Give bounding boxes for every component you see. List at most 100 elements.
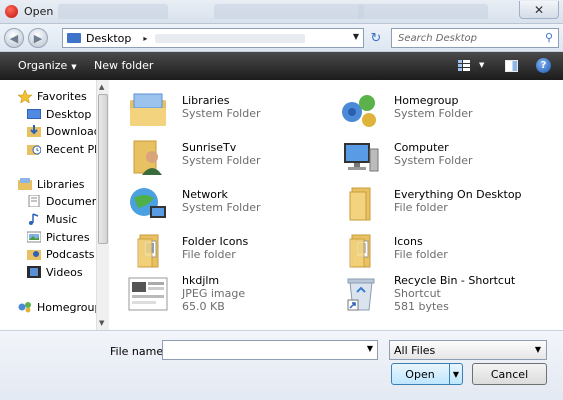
view-options-chevron-icon[interactable]: ▼ [479, 61, 484, 69]
nav-libraries[interactable]: Libraries [18, 176, 85, 192]
search-input[interactable] [398, 31, 538, 45]
nav-homegroup[interactable]: Homegroup [18, 299, 101, 315]
favorites-star-icon [18, 89, 33, 104]
opera-app-icon [5, 5, 18, 18]
address-bar[interactable]: Desktop ▸ ▼ [62, 28, 364, 48]
forward-arrow-icon: ▶ [33, 31, 43, 45]
sidebar-item-music[interactable]: Music [27, 211, 97, 227]
image-thumbnail-icon [128, 274, 168, 314]
sidebar-item-label: Podcasts [46, 247, 95, 261]
background-tab [58, 4, 168, 19]
address-dropdown-icon[interactable]: ▼ [353, 32, 359, 41]
address-location[interactable]: Desktop [86, 32, 131, 45]
file-name: Recycle Bin - Shortcut [394, 274, 516, 287]
file-item-sunrisetv[interactable]: SunriseTv System Folder [120, 133, 330, 177]
file-item-recycle-bin-shortcut[interactable]: Recycle Bin - Shortcut Shortcut 581 byte… [332, 270, 542, 324]
sidebar-item-documents[interactable]: Documents [27, 193, 97, 209]
network-icon [128, 184, 168, 224]
nav-scrollbar[interactable]: ▲ ▼ [96, 80, 109, 330]
open-options-chevron-icon[interactable]: ▼ [449, 364, 462, 384]
sidebar-item-label: Pictures [46, 230, 90, 244]
refresh-button[interactable]: ↻ [368, 30, 384, 46]
chevron-down-icon[interactable]: ▼ [367, 344, 373, 353]
music-icon [27, 213, 41, 225]
documents-icon [27, 194, 41, 208]
organize-button[interactable]: Organize ▼ [18, 59, 77, 72]
homegroup-small-icon [18, 301, 32, 313]
sidebar-item-pictures[interactable]: Pictures [27, 229, 97, 245]
background-tab [214, 4, 364, 19]
sidebar-item-label: Documents [46, 194, 97, 208]
forward-button[interactable]: ▶ [28, 28, 48, 48]
folder-icon [340, 231, 380, 271]
sidebar-item-videos[interactable]: Videos [27, 264, 97, 280]
sidebar-item-label: Recent Places [46, 142, 97, 156]
nav-favorites[interactable]: Favorites [18, 88, 87, 104]
file-name-input[interactable] [163, 341, 359, 359]
window-title: Open [24, 5, 54, 18]
file-type-filter[interactable]: All Files ▼ [389, 340, 547, 360]
file-item-hkdjlm[interactable]: hkdjlm JPEG image 65.0 KB [120, 270, 330, 324]
folder-icon [340, 184, 380, 224]
file-item-libraries[interactable]: Libraries System Folder [120, 86, 330, 130]
search-icon[interactable]: ⚲ [545, 31, 553, 44]
help-icon[interactable]: ? [536, 58, 551, 73]
file-type: System Folder [182, 107, 261, 120]
file-name: Libraries [182, 94, 230, 107]
file-name: Homegroup [394, 94, 459, 107]
file-name: Icons [394, 235, 423, 248]
file-size: 581 bytes [394, 300, 449, 313]
file-item-network[interactable]: Network System Folder [120, 180, 330, 224]
sidebar-item-desktop[interactable]: Desktop [27, 106, 97, 122]
file-name-field[interactable]: ▼ [162, 340, 378, 360]
back-arrow-icon: ◀ [9, 31, 19, 45]
sidebar-item-podcasts[interactable]: Podcasts [27, 246, 97, 262]
file-item-computer[interactable]: Computer System Folder [332, 133, 542, 177]
downloads-icon [27, 125, 41, 137]
refresh-icon: ↻ [370, 30, 382, 46]
open-button-label: Open [405, 367, 435, 381]
scroll-up-icon[interactable]: ▲ [99, 83, 104, 91]
address-row: ◀ ▶ Desktop ▸ ▼ ↻ ⚲ [0, 24, 563, 52]
sidebar-item-label: Desktop [46, 107, 92, 121]
file-item-icons[interactable]: Icons File folder [332, 227, 542, 271]
cancel-button[interactable]: Cancel [472, 363, 547, 385]
sidebar-item-label: Videos [46, 265, 83, 279]
file-name: Network [182, 188, 228, 201]
sidebar-item-downloads[interactable]: Downloads [27, 123, 97, 139]
open-button[interactable]: Open ▼ [391, 363, 463, 385]
close-button[interactable]: ✕ [519, 1, 559, 19]
scroll-down-icon[interactable]: ▼ [99, 319, 104, 327]
file-item-folder-icons[interactable]: Folder Icons File folder [120, 227, 330, 271]
file-name: SunriseTv [182, 141, 237, 154]
libraries-icon [128, 90, 168, 130]
user-folder-icon [128, 137, 168, 177]
new-folder-button[interactable]: New folder [94, 59, 153, 72]
nav-libraries-label: Libraries [37, 177, 85, 191]
folder-icon [128, 231, 168, 271]
chevron-down-icon: ▼ [71, 63, 77, 71]
file-size: 65.0 KB [182, 300, 225, 313]
file-item-homegroup[interactable]: Homegroup System Folder [332, 86, 542, 130]
breadcrumb-separator-icon[interactable]: ▸ [143, 34, 147, 43]
file-type: File folder [394, 201, 448, 214]
file-name: Computer [394, 141, 449, 154]
command-bar: Organize ▼ New folder ▼ ? [0, 52, 563, 80]
pictures-icon [27, 231, 42, 243]
scrollbar-thumb[interactable] [98, 94, 108, 244]
chevron-down-icon[interactable]: ▼ [535, 345, 541, 354]
file-type: File folder [182, 248, 236, 261]
change-view-icon[interactable] [458, 60, 470, 71]
file-type: Shortcut [394, 287, 441, 300]
file-item-everything-on-desktop[interactable]: Everything On Desktop File folder [332, 180, 542, 224]
search-box[interactable]: ⚲ [391, 28, 559, 48]
file-type: System Folder [394, 107, 473, 120]
file-type: System Folder [394, 154, 473, 167]
file-name: Folder Icons [182, 235, 249, 248]
libraries-icon [18, 178, 32, 190]
back-button[interactable]: ◀ [4, 28, 24, 48]
preview-pane-icon[interactable] [505, 60, 518, 72]
sidebar-item-recent-places[interactable]: Recent Places [27, 141, 97, 157]
file-type: JPEG image [182, 287, 246, 300]
file-type: System Folder [182, 154, 261, 167]
